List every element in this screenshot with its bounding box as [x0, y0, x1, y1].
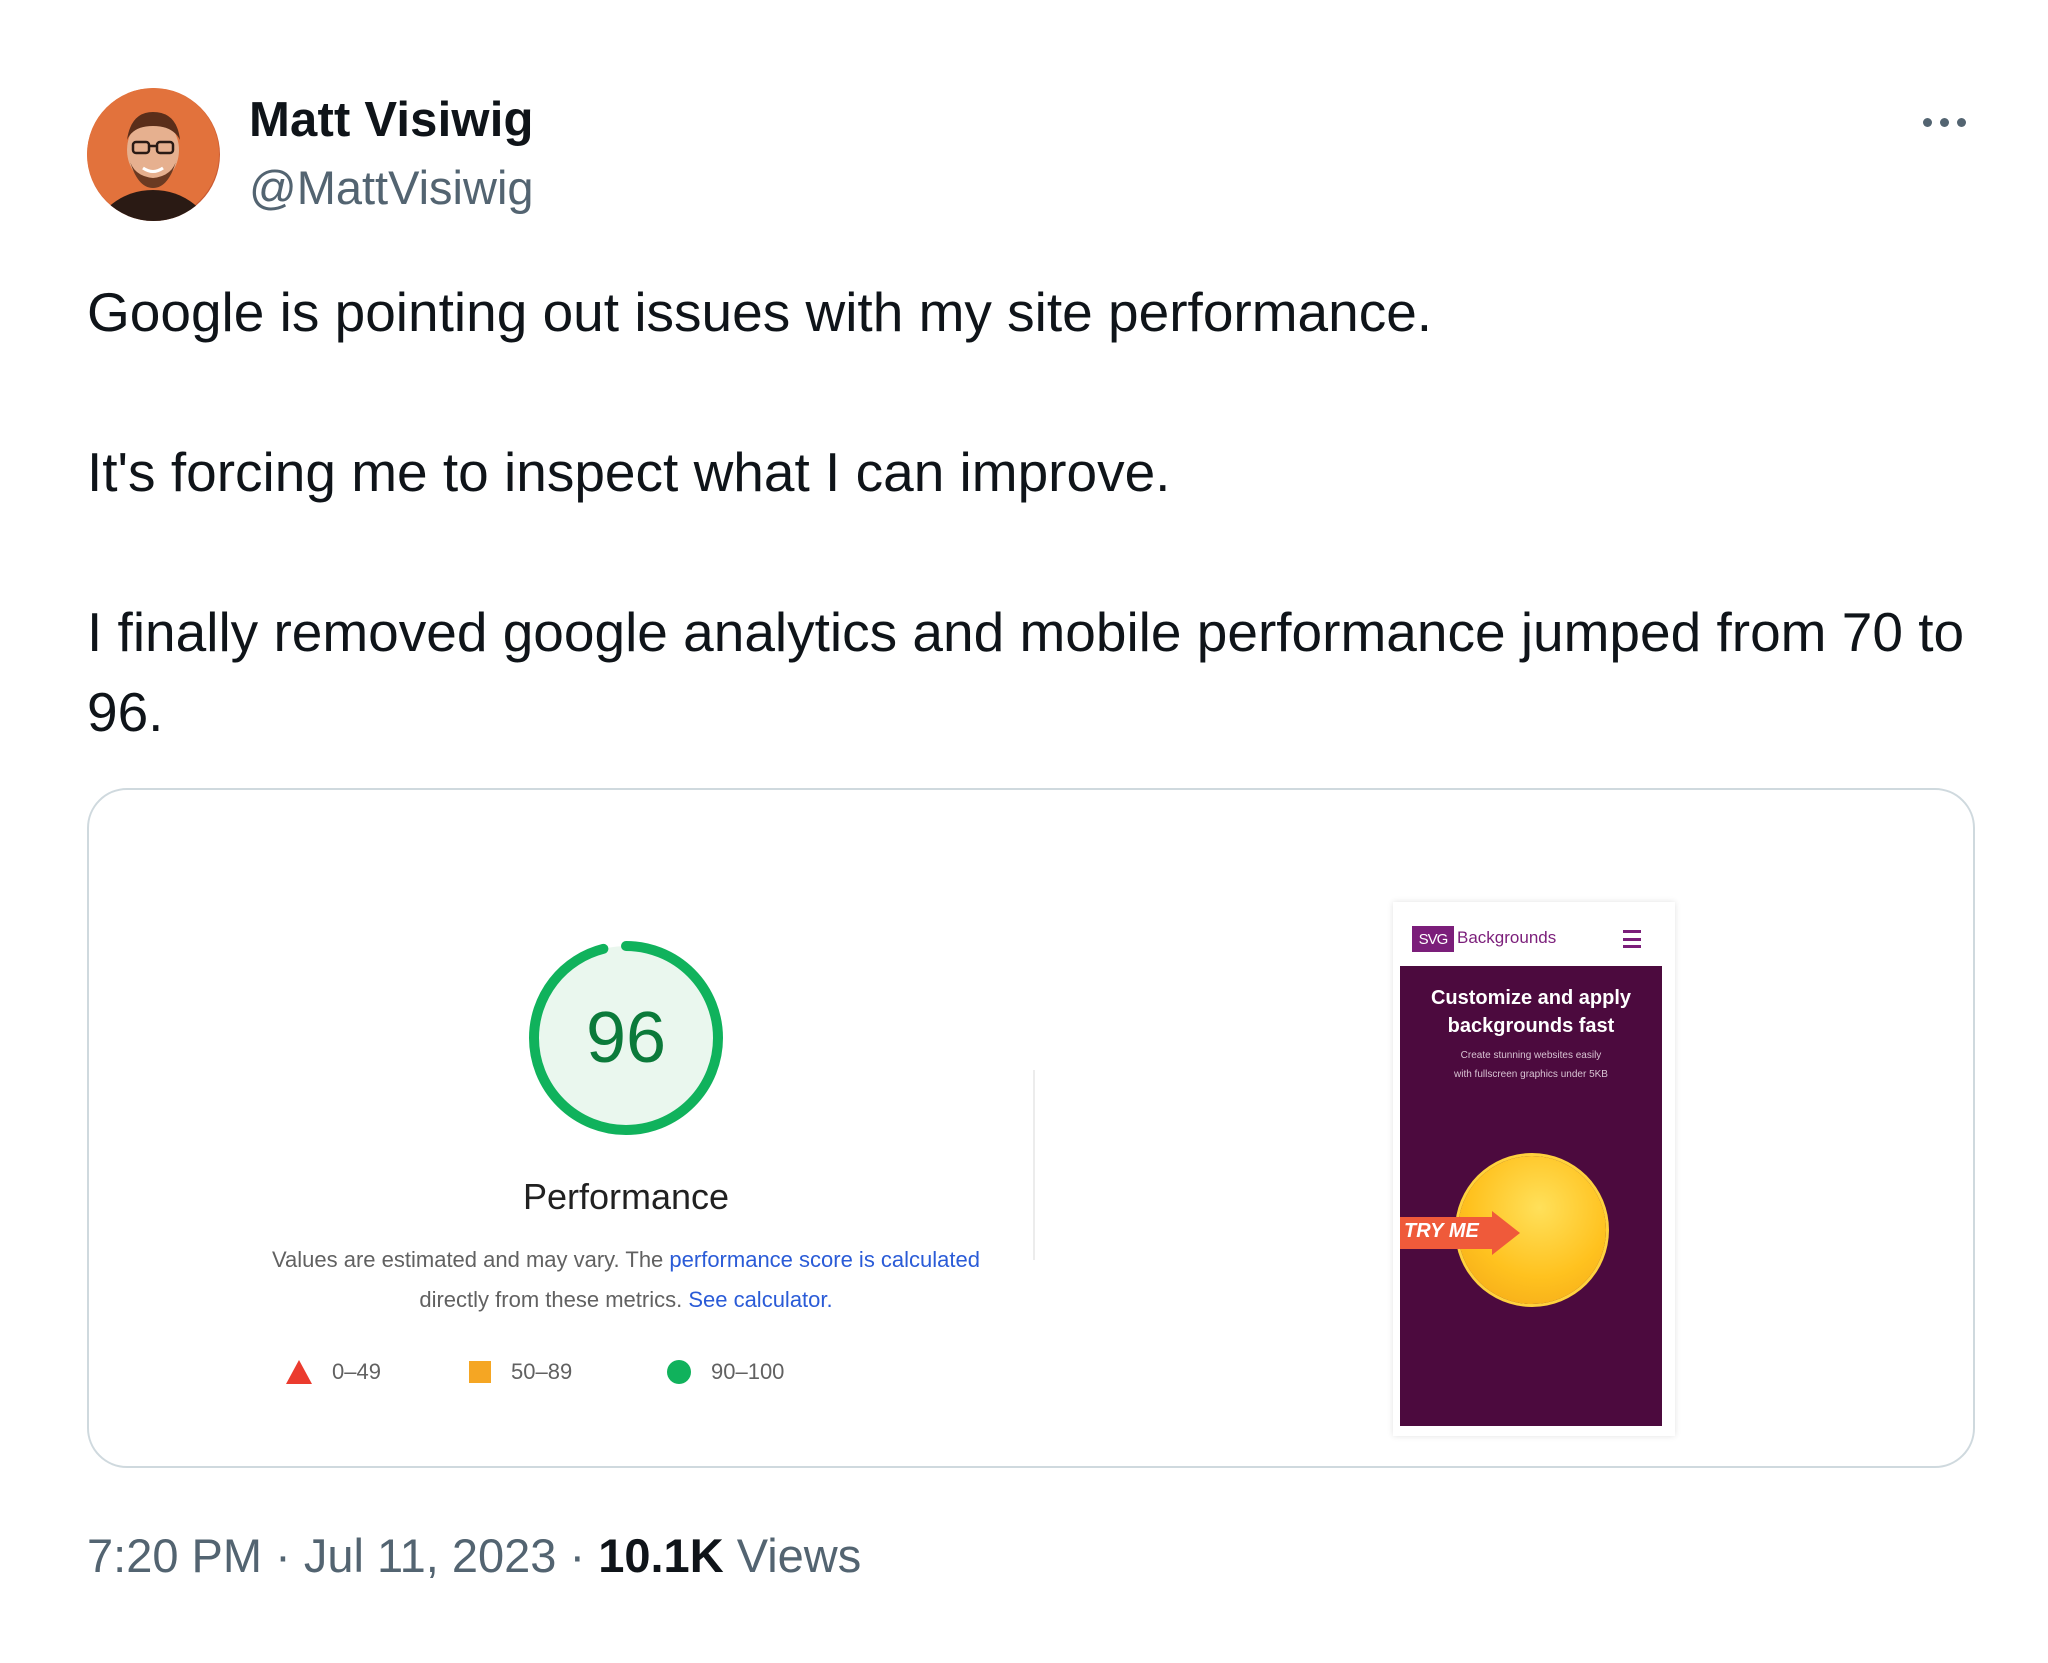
square-icon	[469, 1361, 491, 1383]
site-nav: SVG Backgrounds	[1393, 902, 1675, 958]
legend-item-fail: 0–49	[286, 1358, 381, 1386]
avatar[interactable]	[87, 88, 220, 221]
performance-title: Performance	[522, 1176, 730, 1217]
legend-label: 0–49	[332, 1359, 381, 1384]
tweet-text: Google is pointing out issues with my si…	[87, 272, 1987, 752]
tweet-meta: 7:20 PM · Jul 11, 2023 · 10.1K Views	[87, 1528, 861, 1583]
site-logo-text: Backgrounds	[1457, 928, 1557, 947]
tweet: Matt Visiwig @MattVisiwig Google is poin…	[0, 0, 2048, 1663]
media-card[interactable]: 96 Performance Values are estimated and …	[87, 788, 1975, 1468]
site-screenshot: SVG Backgrounds Customize and apply backg…	[1393, 902, 1675, 1436]
try-me-label: TRY ME	[1404, 1220, 1479, 1242]
legend-label: 90–100	[711, 1359, 785, 1384]
author-display-name[interactable]: Matt Visiwig	[249, 92, 534, 148]
site-hero: Customize and apply backgrounds fast Crea…	[1400, 966, 1662, 1426]
more-icon[interactable]	[1912, 100, 1976, 144]
divider	[1033, 1070, 1035, 1260]
meta-separator: ·	[262, 1529, 304, 1582]
tweet-paragraph: It's forcing me to inspect what I can im…	[87, 441, 1171, 503]
hamburger-menu-icon	[1623, 930, 1641, 948]
legend-item-average: 50–89	[469, 1358, 572, 1386]
views-label: Views	[736, 1529, 862, 1582]
performance-description: Values are estimated and may vary. The p…	[139, 1240, 1113, 1320]
hero-subtitle: Create stunning websites easily with full…	[1454, 1050, 1608, 1080]
description-text: Values are estimated and may vary. The	[271, 1247, 670, 1272]
site-logo-box: SVG	[1412, 926, 1454, 952]
tweet-paragraph: Google is pointing out issues with my si…	[87, 281, 1433, 343]
hero-title: Customize and apply backgrounds fast	[1430, 987, 1632, 1037]
views-count: 10.1K	[598, 1529, 724, 1582]
performance-score: 96	[585, 998, 667, 1078]
author-handle[interactable]: @MattVisiwig	[249, 160, 534, 215]
description-text: directly from these metrics.	[419, 1287, 689, 1312]
tweet-paragraph: I finally removed google analytics and m…	[87, 601, 1965, 743]
legend-label: 50–89	[511, 1359, 573, 1384]
triangle-icon	[286, 1360, 312, 1384]
avatar-image	[87, 88, 219, 221]
tweet-date[interactable]: Jul 11, 2023	[304, 1529, 557, 1582]
meta-separator: ·	[556, 1529, 599, 1582]
see-calculator-link[interactable]: See calculator.	[688, 1287, 832, 1312]
circle-icon	[667, 1360, 691, 1384]
tweet-time[interactable]: 7:20 PM	[87, 1529, 262, 1582]
performance-score-link[interactable]: performance score is calculated	[669, 1247, 980, 1272]
legend-item-pass: 90–100	[667, 1358, 784, 1386]
